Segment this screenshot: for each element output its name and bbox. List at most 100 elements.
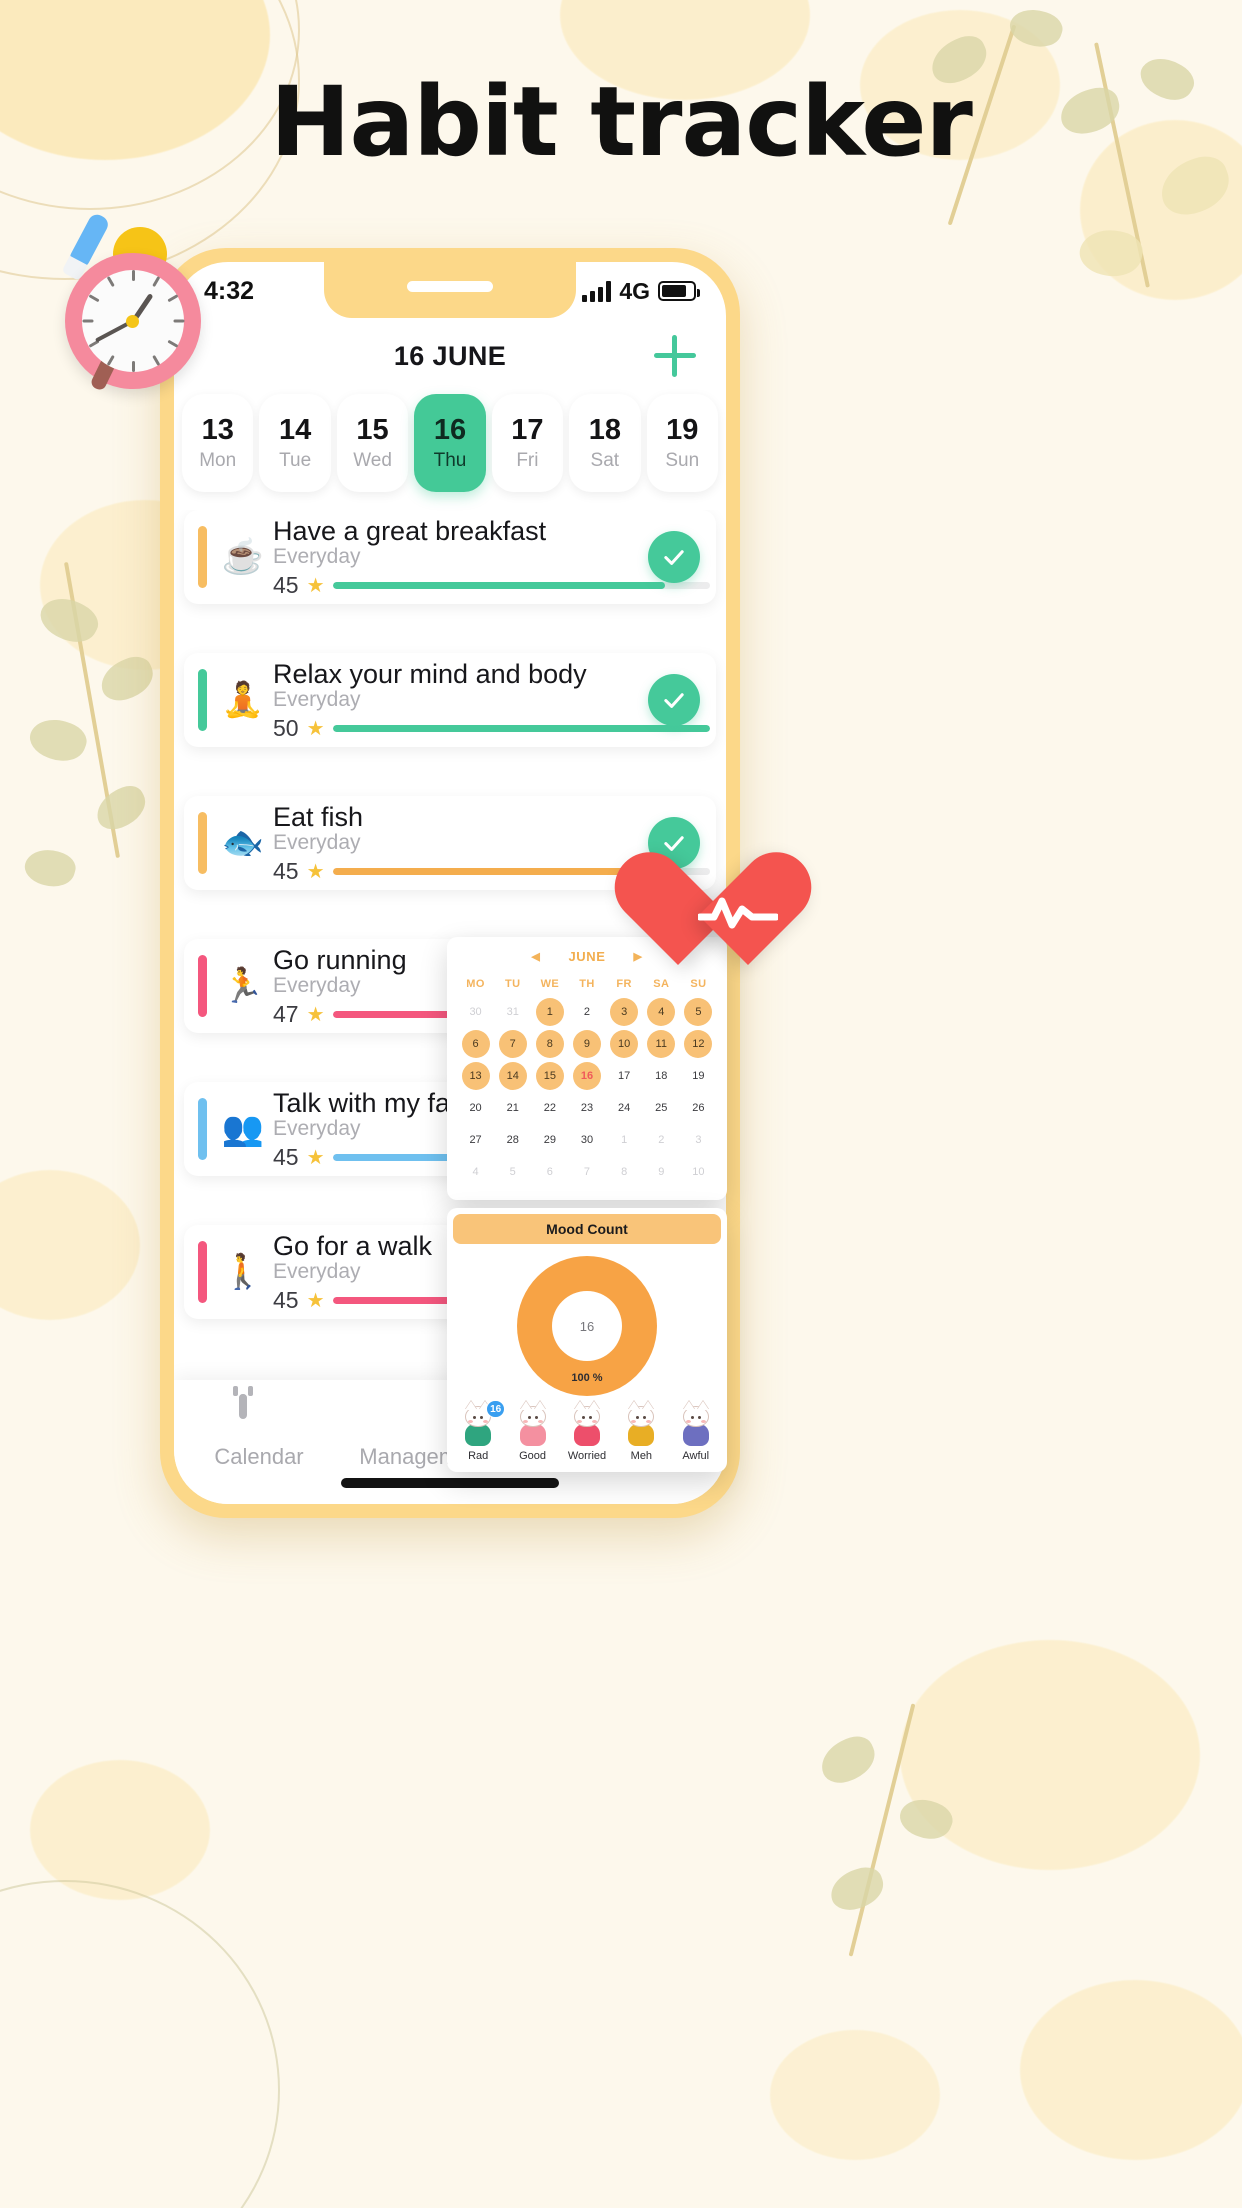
habit-progress-fill <box>332 867 665 875</box>
habit-progress-track <box>332 581 710 589</box>
book-icon <box>409 1398 449 1436</box>
calendar-day-cell[interactable]: 25 <box>647 1094 675 1122</box>
calendar-dow: SU <box>690 978 707 990</box>
mood-item-rad[interactable]: 16 Rad <box>453 1400 506 1462</box>
week-day-wed[interactable]: 15 Wed <box>336 394 409 492</box>
habit-name: Relax your mind and body <box>273 658 587 689</box>
calendar-day-cell[interactable]: 21 <box>499 1094 527 1122</box>
calendar-day-cell[interactable]: 22 <box>536 1094 564 1122</box>
calendar-day-cell[interactable]: 23 <box>573 1094 601 1122</box>
week-day-sat[interactable]: 18 Sat <box>569 394 641 492</box>
calendar-day-cell[interactable]: 29 <box>536 1126 564 1154</box>
speaker-grill <box>407 281 493 292</box>
calendar-day-cell[interactable]: 8 <box>610 1158 638 1186</box>
calendar-day-cell[interactable]: 2 <box>573 998 601 1026</box>
calendar-day-cell[interactable]: 24 <box>610 1094 638 1122</box>
habit-score: 45 <box>273 1143 299 1170</box>
week-day-fri[interactable]: 17 Fri <box>491 394 564 492</box>
calendar-day-cell[interactable]: 7 <box>498 1030 527 1058</box>
calendar-day-cell[interactable]: 12 <box>684 1030 713 1058</box>
calendar-day-cell[interactable]: 5 <box>499 1158 527 1186</box>
habit-name: Have a great breakfast <box>273 515 547 546</box>
habit-progress-row: 50 ★ <box>273 715 716 742</box>
calendar-mood-popup[interactable]: ◀ JUNE ▶ MO TU WE TH FR SA SU 30 31 1 2 3 4 5 6 7 8 9 10 1… <box>447 937 727 1477</box>
calendar-day-cell[interactable]: 27 <box>462 1126 490 1154</box>
habit-score: 47 <box>273 1000 299 1027</box>
calendar-day-cell[interactable]: 2 <box>647 1126 675 1154</box>
calendar-icon <box>233 1386 279 1436</box>
calendar-day-cell[interactable]: 30 <box>573 1126 601 1154</box>
mood-item-meh[interactable]: Meh <box>616 1402 666 1462</box>
habit-score: 50 <box>273 714 299 741</box>
calendar-day-cell[interactable]: 10 <box>684 1158 712 1186</box>
habit-card[interactable]: ☕ Have a great breakfast Everyday 45 ★ <box>184 510 716 604</box>
add-habit-top-button[interactable] <box>654 335 696 377</box>
calendar-day-cell[interactable]: 6 <box>461 1030 490 1058</box>
calendar-day-cell[interactable]: 28 <box>499 1126 527 1154</box>
calendar-day-cell[interactable]: 10 <box>610 1030 639 1058</box>
mood-item-awful[interactable]: Awful <box>671 1402 721 1462</box>
habit-check-circle-icon[interactable] <box>648 674 700 726</box>
week-day-thu[interactable]: 16 Thu <box>414 394 486 492</box>
calendar-day-cell[interactable]: 20 <box>462 1094 490 1122</box>
mood-donut-chart: 16 100 % <box>517 1256 657 1396</box>
calendar-day-cell[interactable]: 14 <box>498 1062 527 1090</box>
calendar-day-cell[interactable]: 4 <box>462 1158 490 1186</box>
week-strip[interactable]: 13 Mon 14 Tue 15 Wed 16 Thu 17 Fri 18 Sat 19 Sun <box>174 390 726 496</box>
week-day-tue[interactable]: 14 Tue <box>259 394 331 492</box>
habit-check-circle-icon[interactable] <box>648 531 700 583</box>
calendar-day-cell[interactable]: 9 <box>572 1030 601 1058</box>
triangle-left-icon[interactable]: ◀ <box>531 950 540 963</box>
star-icon: ★ <box>306 717 325 740</box>
mood-item-good[interactable]: Good <box>508 1402 558 1462</box>
calendar-grid[interactable]: 30 31 1 2 3 4 5 6 7 8 9 10 11 12 13 14 15 16 17 18 19 20 21 22 2… <box>457 998 717 1186</box>
home-indicator <box>341 1478 559 1488</box>
habit-card[interactable]: 🧘 Relax your mind and body Everyday 50 ★ <box>184 653 716 747</box>
signal-bars-icon <box>582 280 612 302</box>
habit-color-bar <box>198 526 207 588</box>
calendar-day-cell[interactable]: 31 <box>499 998 527 1026</box>
nav-item-calendar[interactable]: Calendar <box>174 1386 344 1470</box>
week-day-mon[interactable]: 13 Mon <box>182 394 254 492</box>
calendar-day-cell[interactable]: 18 <box>647 1062 675 1090</box>
week-day-number: 19 <box>666 414 699 446</box>
mood-item-worried[interactable]: Worried <box>562 1402 612 1462</box>
calendar-dow: FR <box>616 978 632 990</box>
week-day-sun[interactable]: 19 Sun <box>646 394 718 492</box>
calendar-day-cell[interactable]: 19 <box>684 1062 712 1090</box>
calendar-day-cell[interactable]: 26 <box>684 1094 712 1122</box>
calendar-day-cell[interactable]: 15 <box>535 1062 564 1090</box>
calendar-day-cell[interactable]: 6 <box>536 1158 564 1186</box>
calendar-day-cell[interactable]: 16 <box>572 1062 601 1090</box>
week-day-number: 16 <box>433 414 467 446</box>
habit-progress-fill <box>332 724 710 732</box>
triangle-right-icon[interactable]: ▶ <box>634 950 643 963</box>
calendar-day-cell[interactable]: 5 <box>684 998 713 1026</box>
calendar-day-cell[interactable]: 3 <box>684 1126 712 1154</box>
calendar-day-cell[interactable]: 3 <box>610 998 639 1026</box>
calendar-day-cell[interactable]: 7 <box>573 1158 601 1186</box>
calendar-day-cell[interactable]: 30 <box>462 998 490 1026</box>
habit-progress-fill <box>332 581 665 589</box>
calendar-day-cell[interactable]: 11 <box>647 1030 676 1058</box>
habit-name: Eat fish <box>273 801 364 832</box>
app-header: 16 JUNE <box>174 320 726 392</box>
calendar-day-cell[interactable]: 13 <box>461 1062 490 1090</box>
star-icon: ★ <box>306 1289 325 1312</box>
donut-percent-label: 100 % <box>571 1372 603 1384</box>
calendar-day-cell[interactable]: 8 <box>535 1030 564 1058</box>
calendar-day-cell[interactable]: 4 <box>647 998 676 1026</box>
page-title: Habit tracker <box>270 66 973 178</box>
family-icon: 👥 <box>221 1110 265 1148</box>
calendar-day-cell[interactable]: 1 <box>535 998 564 1026</box>
calendar-day-cell[interactable]: 9 <box>647 1158 675 1186</box>
breakfast-icon: ☕ <box>221 538 265 576</box>
week-day-name: Fri <box>516 450 539 471</box>
calendar-day-cell[interactable]: 1 <box>610 1126 638 1154</box>
calendar-day-cell[interactable]: 17 <box>610 1062 638 1090</box>
mood-legend[interactable]: 16 Rad Good Worried Meh Awful <box>447 1398 727 1462</box>
calendar-card[interactable]: ◀ JUNE ▶ MO TU WE TH FR SA SU 30 31 1 2 3 4 5 6 7 8 9 10 1… <box>447 937 727 1200</box>
cat-good-icon <box>512 1402 554 1448</box>
habit-score: 45 <box>273 857 299 884</box>
week-day-number: 14 <box>279 414 312 446</box>
